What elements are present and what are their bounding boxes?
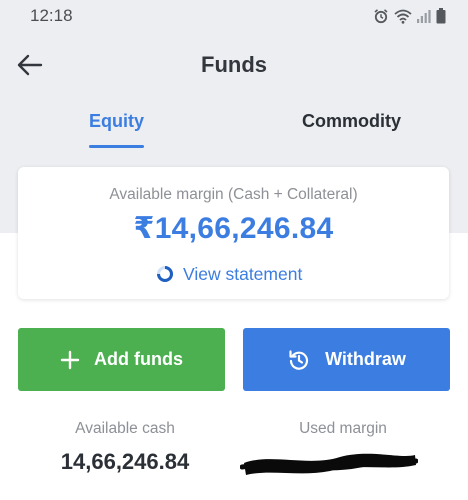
plus-icon — [60, 350, 80, 369]
used-margin-label: Used margin — [299, 420, 387, 437]
active-tab-indicator — [89, 145, 144, 148]
available-cash-value: 14,66,246.84 — [60, 449, 190, 474]
view-statement-link[interactable]: View statement — [156, 263, 302, 285]
view-statement-label: View statement — [183, 263, 303, 284]
redacted-used-margin-value — [240, 453, 418, 475]
battery-icon — [436, 8, 446, 24]
alarm-icon — [374, 9, 388, 24]
wifi-icon — [394, 9, 412, 24]
available-cash-label: Available cash — [75, 420, 175, 437]
add-funds-label: Add funds — [94, 349, 183, 369]
refresh-icon — [289, 349, 309, 370]
add-funds-button[interactable]: Add funds — [18, 328, 225, 391]
available-margin-card: Available margin (Cash + Collateral) ₹14… — [18, 167, 449, 299]
tab-commodity[interactable]: Commodity — [302, 111, 401, 132]
available-margin-value: ₹14,66,246.84 — [133, 212, 334, 245]
status-bar: 12:18 — [0, 0, 468, 32]
withdraw-label: Withdraw — [325, 349, 406, 369]
status-icons — [373, 7, 446, 25]
signal-icon — [417, 10, 431, 23]
tab-equity[interactable]: Equity — [89, 111, 144, 132]
statement-spinner-icon — [157, 266, 173, 282]
status-time: 12:18 — [30, 6, 73, 25]
page-title: Funds — [201, 52, 267, 77]
available-margin-label: Available margin (Cash + Collateral) — [109, 186, 358, 203]
withdraw-button[interactable]: Withdraw — [243, 328, 450, 391]
